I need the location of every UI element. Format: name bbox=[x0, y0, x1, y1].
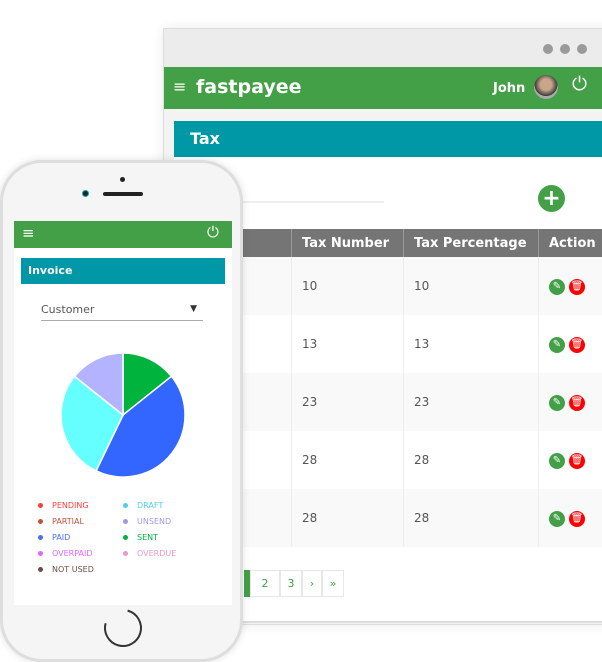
chevron-down-icon: ▼ bbox=[190, 304, 197, 314]
cell-tax-percentage: 10 bbox=[403, 257, 539, 315]
menu-icon[interactable]: ≡ bbox=[22, 224, 35, 242]
delete-icon[interactable]: 🗑 bbox=[569, 336, 585, 353]
power-icon[interactable]: ⏻ bbox=[572, 73, 587, 95]
navbar: ≡ fastpayee John ⏻ bbox=[164, 67, 602, 109]
legend-dot-icon bbox=[123, 503, 128, 508]
legend-label: PAID bbox=[52, 533, 71, 542]
legend-item: PARTIAL bbox=[38, 517, 84, 526]
phone-screen: ≡ ⏻ Invoice Customer ▼ PENDING DRAFT PARTI… bbox=[14, 221, 232, 605]
phone-speaker bbox=[103, 192, 143, 196]
home-button[interactable] bbox=[97, 602, 149, 654]
legend-dot-icon bbox=[38, 503, 43, 508]
cell-actions: ✎ 🗑 bbox=[538, 257, 602, 315]
cell-actions: ✎ 🗑 bbox=[538, 315, 602, 373]
cell-tax-percentage: 28 bbox=[403, 489, 539, 547]
phone-sensor bbox=[120, 177, 125, 182]
legend-dot-icon bbox=[123, 535, 128, 540]
customer-select[interactable]: Customer ▼ bbox=[41, 303, 203, 321]
window-dot[interactable] bbox=[560, 44, 570, 54]
legend-item: OVERPAID bbox=[38, 549, 93, 558]
page-3[interactable]: 3 bbox=[280, 570, 302, 597]
brand-logo: fastpayee bbox=[196, 76, 302, 98]
phone-camera bbox=[82, 190, 89, 197]
legend-item: PAID bbox=[38, 533, 71, 542]
cell-tax-percentage: 13 bbox=[403, 315, 539, 373]
legend-dot-icon bbox=[38, 519, 43, 524]
column-header[interactable]: Tax Number bbox=[291, 229, 404, 257]
legend-dot-icon bbox=[38, 567, 43, 572]
cell-tax-number: 28 bbox=[291, 431, 404, 489]
cell-actions: ✎ 🗑 bbox=[538, 431, 602, 489]
window-titlebar bbox=[164, 29, 602, 67]
add-button[interactable]: + bbox=[538, 185, 565, 212]
page-title: Tax bbox=[174, 121, 602, 157]
legend-item: OVERDUE bbox=[123, 549, 177, 558]
column-header[interactable]: Action bbox=[538, 229, 602, 257]
legend-item: NOT USED bbox=[38, 565, 94, 574]
page-last[interactable]: » bbox=[322, 570, 344, 597]
select-value: Customer bbox=[41, 303, 95, 316]
cell-tax-percentage: 28 bbox=[403, 431, 539, 489]
window-dot[interactable] bbox=[577, 44, 587, 54]
legend-label: NOT USED bbox=[52, 565, 94, 574]
legend-label: PARTIAL bbox=[52, 517, 84, 526]
cell-tax-number: 23 bbox=[291, 373, 404, 431]
delete-icon[interactable]: 🗑 bbox=[569, 278, 585, 295]
legend-item: UNSEND bbox=[123, 517, 172, 526]
page-next[interactable]: › bbox=[302, 570, 322, 597]
delete-icon[interactable]: 🗑 bbox=[569, 394, 585, 411]
menu-icon[interactable]: ≡ bbox=[173, 77, 186, 96]
avatar[interactable] bbox=[534, 75, 558, 99]
invoice-title: Invoice bbox=[21, 258, 225, 284]
cell-tax-number: 28 bbox=[291, 489, 404, 547]
page-2[interactable]: 2 bbox=[250, 570, 280, 597]
edit-icon[interactable]: ✎ bbox=[549, 336, 565, 353]
invoice-pie-chart bbox=[60, 352, 186, 478]
legend-label: DRAFT bbox=[137, 501, 164, 510]
legend-dot-icon bbox=[123, 551, 128, 556]
legend-item: DRAFT bbox=[123, 501, 164, 510]
cell-tax-percentage: 23 bbox=[403, 373, 539, 431]
cell-actions: ✎ 🗑 bbox=[538, 373, 602, 431]
cell-actions: ✎ 🗑 bbox=[538, 489, 602, 547]
column-header[interactable]: Tax Percentage bbox=[403, 229, 539, 257]
legend-dot-icon bbox=[38, 551, 43, 556]
cell-tax-number: 13 bbox=[291, 315, 404, 373]
legend-label: PENDING bbox=[52, 501, 89, 510]
legend-item: SENT bbox=[123, 533, 159, 542]
cell-tax-number: 10 bbox=[291, 257, 404, 315]
pagination: 2 3 › » bbox=[244, 570, 344, 597]
phone-navbar: ≡ ⏻ bbox=[14, 221, 232, 248]
edit-icon[interactable]: ✎ bbox=[549, 510, 565, 527]
legend-dot-icon bbox=[123, 519, 128, 524]
power-icon[interactable]: ⏻ bbox=[207, 223, 219, 241]
delete-icon[interactable]: 🗑 bbox=[569, 510, 585, 527]
legend-label: UNSEND bbox=[137, 517, 172, 526]
delete-icon[interactable]: 🗑 bbox=[569, 452, 585, 469]
edit-icon[interactable]: ✎ bbox=[549, 278, 565, 295]
user-name[interactable]: John bbox=[493, 81, 525, 96]
legend-dot-icon bbox=[38, 535, 43, 540]
edit-icon[interactable]: ✎ bbox=[549, 452, 565, 469]
window-dot[interactable] bbox=[543, 44, 553, 54]
legend-label: OVERPAID bbox=[52, 549, 93, 558]
edit-icon[interactable]: ✎ bbox=[549, 394, 565, 411]
legend-item: PENDING bbox=[38, 501, 89, 510]
legend-label: OVERDUE bbox=[137, 549, 177, 558]
legend-label: SENT bbox=[137, 533, 159, 542]
